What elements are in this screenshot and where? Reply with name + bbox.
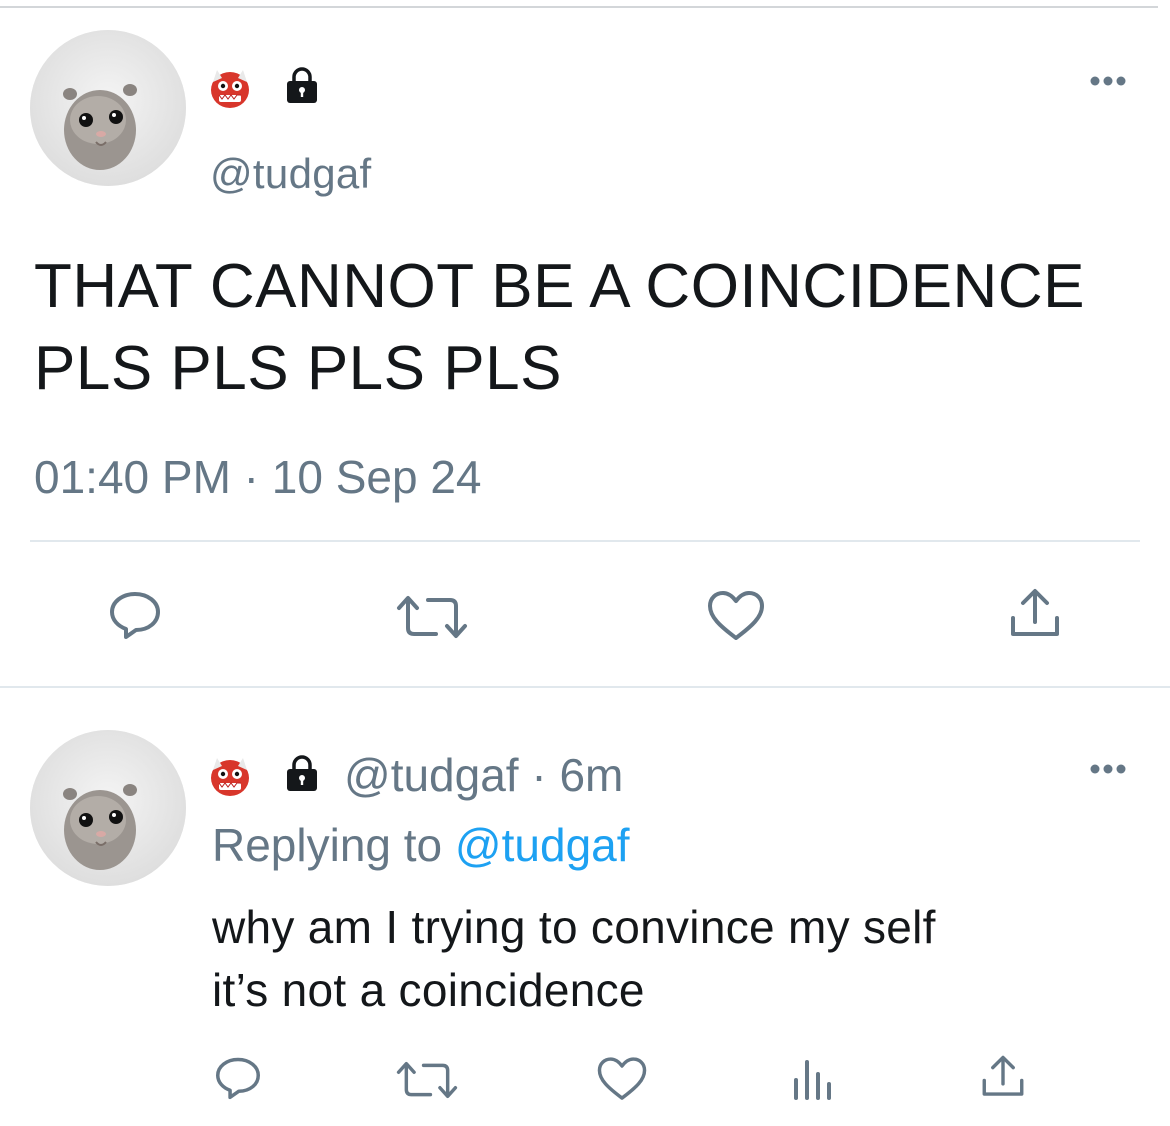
replying-to: Replying to @tudgaf [212,818,630,872]
analytics-button[interactable] [790,1056,834,1102]
reply-icon [110,592,160,639]
ogre-emoji-icon [208,754,252,798]
lock-icon [282,66,322,106]
retweet-button[interactable] [396,1060,458,1100]
share-button[interactable] [980,1054,1026,1100]
avatar[interactable] [30,30,186,186]
share-button[interactable] [1008,588,1062,640]
reply-button[interactable] [108,590,162,640]
more-options-icon[interactable] [1088,74,1128,88]
hamster-avatar-image [30,30,186,186]
tweet-text-line: THAT CANNOT BE A COINCIDENCE [34,252,1085,321]
top-divider [0,6,1158,8]
avatar[interactable] [30,730,186,886]
analytics-icon [794,1060,831,1100]
reply-text-line: it’s not a coincidence [212,964,645,1016]
reply-text-line: why am I trying to convince my self [212,901,936,953]
like-icon [708,591,764,640]
more-options-icon[interactable] [1088,762,1128,776]
lock-icon [282,754,322,794]
tweet-text-line: PLS PLS PLS PLS [34,334,562,403]
author-handle[interactable]: @tudgaf [210,150,372,198]
replying-to-mention-link[interactable]: @tudgaf [455,819,630,871]
divider [0,686,1170,688]
like-button[interactable] [596,1056,648,1102]
share-icon [1011,589,1059,636]
reply-button[interactable] [214,1056,262,1100]
reply-author-handle-time[interactable]: @tudgaf · 6m [344,748,623,802]
reply-text: why am I trying to convince my self it’s… [212,896,1152,1022]
retweet-button[interactable] [396,594,468,640]
hamster-avatar-image [30,730,186,886]
retweet-icon [397,596,467,638]
ogre-emoji-icon [208,66,252,110]
tweet-timestamp[interactable]: 01:40 PM · 10 Sep 24 [34,450,482,504]
like-icon [597,1057,647,1100]
replying-to-label: Replying to [212,819,455,871]
like-button[interactable] [706,590,766,642]
share-icon [982,1055,1024,1096]
reply-icon [216,1057,260,1100]
retweet-icon [396,1061,458,1099]
divider [30,540,1140,542]
tweet-text: THAT CANNOT BE A COINCIDENCE PLS PLS PLS… [34,246,1164,410]
